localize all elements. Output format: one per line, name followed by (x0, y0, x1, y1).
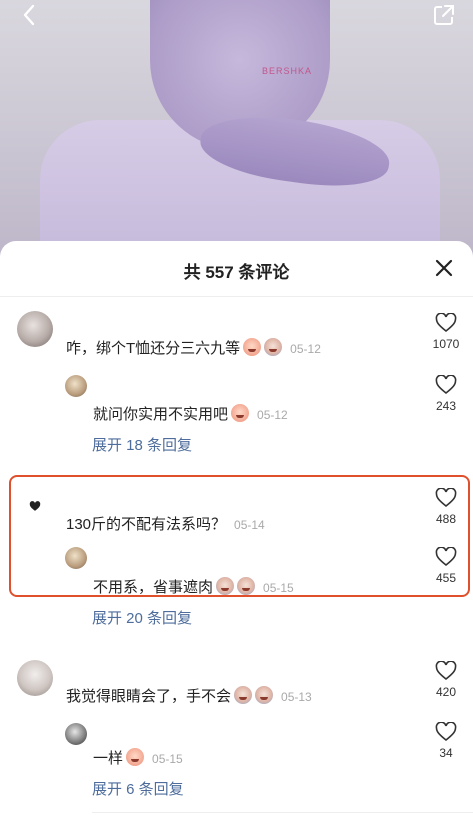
crying-emoji-icon (237, 577, 256, 595)
close-button[interactable] (433, 257, 455, 279)
like-button[interactable]: 420 (421, 661, 471, 699)
divider (92, 812, 473, 813)
chevron-left-icon (23, 4, 35, 26)
sheet-header: 共 557 条评论 (0, 241, 473, 297)
comment-text: 130斤的不配有法系吗？ 05-14 (66, 516, 265, 533)
comment-text: 咋，绑个T恤还分三六九等 05-12 (66, 338, 321, 357)
like-button[interactable]: 488 (421, 488, 471, 526)
like-count: 420 (435, 685, 457, 699)
cap-logo-text: BERSHKA (262, 66, 313, 76)
reply-text: 一样 05-15 (93, 748, 183, 767)
crying-emoji-icon (234, 686, 253, 704)
avatar[interactable] (17, 660, 53, 696)
crying-emoji-icon (216, 577, 235, 595)
share-button[interactable] (429, 0, 459, 30)
like-count: 1070 (432, 337, 460, 351)
crying-emoji-icon (243, 338, 262, 356)
heart-icon (435, 547, 457, 567)
crying-emoji-icon (126, 748, 145, 766)
comment-date: 05-12 (290, 342, 321, 356)
back-button[interactable] (14, 0, 44, 30)
heart-icon (435, 375, 457, 395)
reply-text: 不用系，省事遮肉 05-15 (93, 577, 294, 596)
heart-icon (435, 661, 457, 681)
heart-avatar[interactable] (29, 499, 43, 513)
reply-date: 05-15 (152, 752, 183, 766)
like-count: 34 (439, 746, 453, 760)
crying-emoji-icon (231, 404, 250, 422)
like-button[interactable]: 34 (421, 722, 471, 760)
close-icon (435, 259, 453, 277)
heart-icon (435, 722, 457, 742)
reply-text: 就问你实用不实用吧 05-12 (93, 404, 288, 423)
crying-emoji-icon (264, 338, 283, 356)
post-image: BERSHKA (0, 0, 473, 262)
heart-icon (435, 313, 457, 333)
avatar[interactable] (65, 547, 87, 569)
avatar[interactable] (65, 723, 87, 745)
avatar[interactable] (65, 375, 87, 397)
heart-filled-icon (29, 501, 41, 511)
expand-replies-link[interactable]: 展开 18 条回复 (92, 434, 192, 455)
expand-replies-link[interactable]: 展开 20 条回复 (92, 607, 192, 628)
like-count: 488 (435, 512, 457, 526)
reply-date: 05-15 (263, 581, 294, 595)
like-count: 455 (435, 571, 457, 585)
comment-date: 05-13 (281, 690, 312, 704)
heart-icon (435, 488, 457, 508)
crying-emoji-icon (255, 686, 274, 704)
like-button[interactable]: 1070 (421, 313, 471, 351)
comment-text: 我觉得眼睛会了，手不会 05-13 (66, 686, 312, 705)
comment-date: 05-14 (234, 518, 265, 532)
share-icon (434, 5, 454, 25)
like-count: 243 (435, 399, 457, 413)
avatar[interactable] (17, 311, 53, 347)
like-button[interactable]: 455 (421, 547, 471, 585)
comment-count-title: 共 557 条评论 (183, 263, 290, 282)
reply-date: 05-12 (257, 408, 288, 422)
like-button[interactable]: 243 (421, 375, 471, 413)
expand-replies-link[interactable]: 展开 6 条回复 (92, 778, 184, 799)
